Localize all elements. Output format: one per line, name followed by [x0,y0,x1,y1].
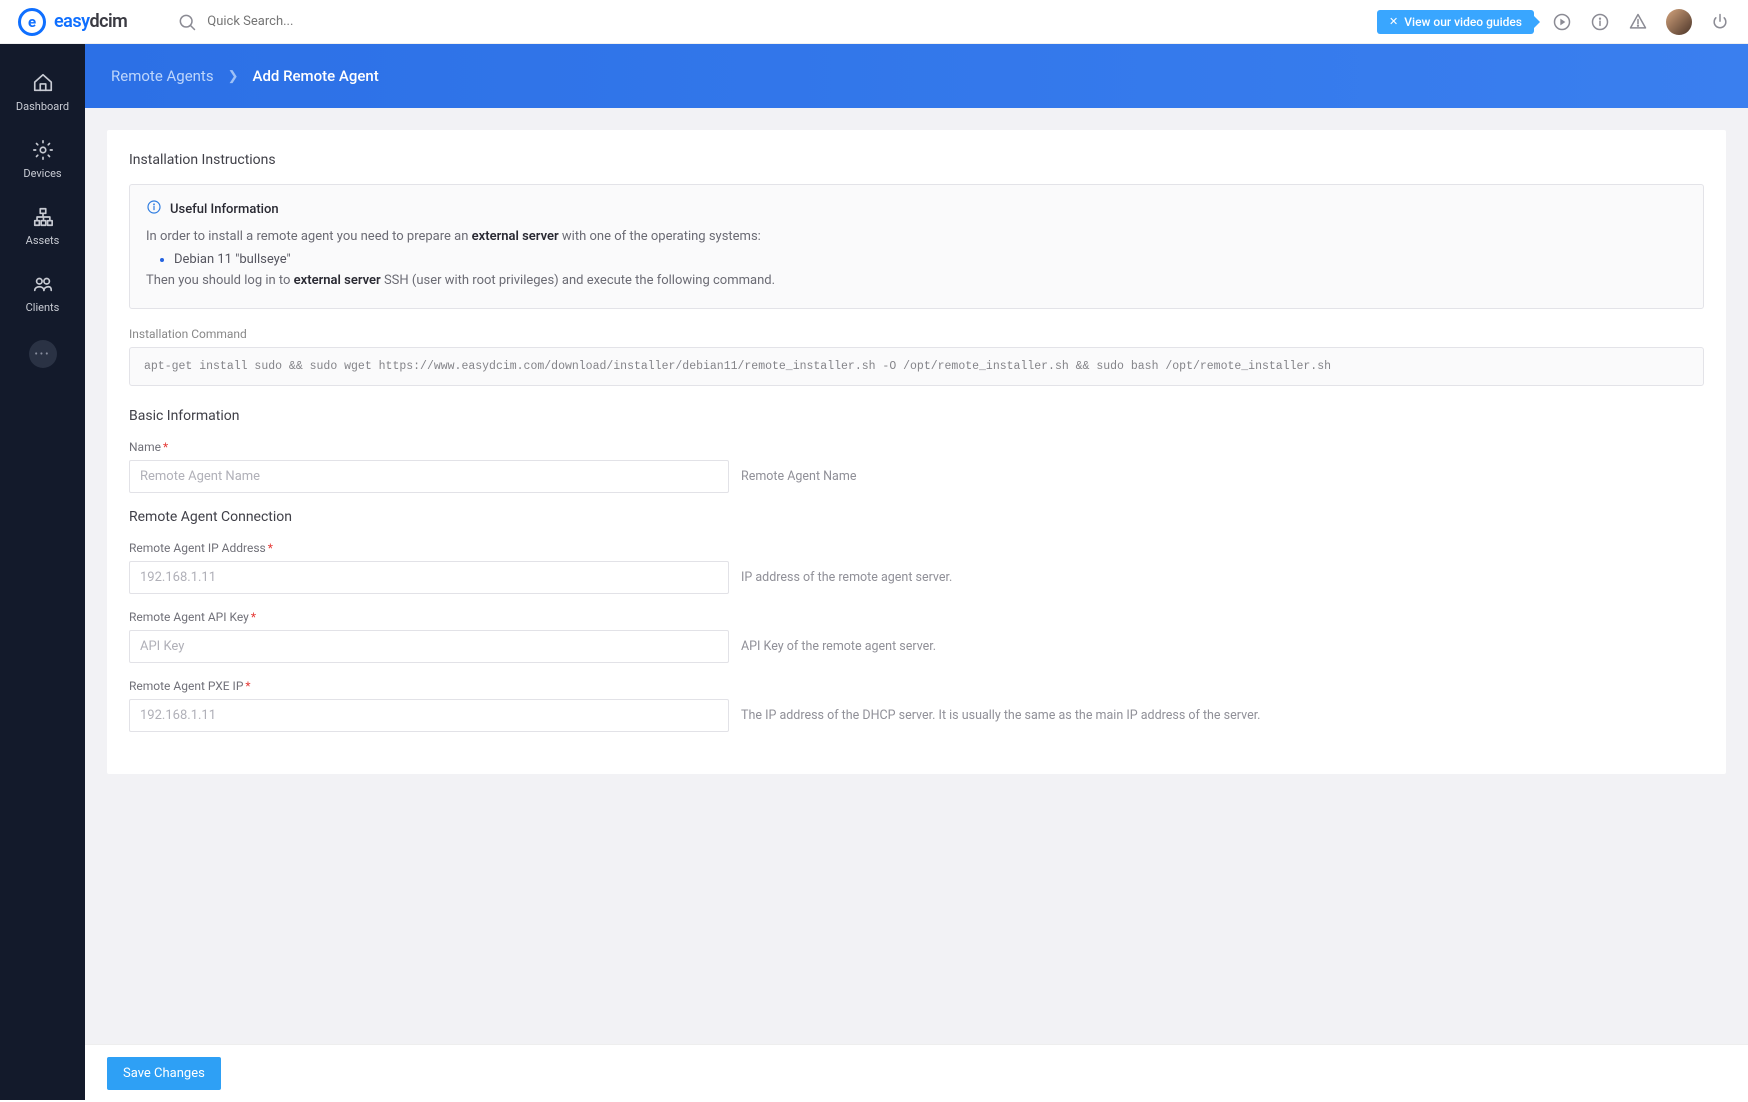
info-os-item: Debian 11 "bullseye" [174,252,1687,267]
name-help: Remote Agent Name [741,469,856,484]
sidebar-item-label: Devices [23,167,61,180]
logo-text: easydcim [54,11,127,32]
save-button[interactable]: Save Changes [107,1057,221,1090]
ip-label: Remote Agent IP Address* [129,541,1704,555]
pxe-input[interactable] [129,699,729,732]
name-label: Name* [129,440,1704,454]
quick-search[interactable] [177,12,407,32]
section-install-title: Installation Instructions [129,152,1704,168]
ip-input[interactable] [129,561,729,594]
logo[interactable]: e easydcim [18,8,127,36]
alert-icon[interactable] [1628,12,1648,32]
sidebar: Dashboard Devices Assets Clients ••• [0,44,85,1100]
gear-icon [32,139,54,161]
pxe-help: The IP address of the DHCP server. It is… [741,708,1260,723]
footer: Save Changes [85,1044,1748,1102]
play-icon[interactable] [1552,12,1572,32]
sidebar-item-label: Dashboard [16,100,69,113]
topbar: e easydcim ✕ View our video guides [0,0,1748,44]
sidebar-item-label: Assets [26,234,60,247]
info-title: Useful Information [170,202,279,217]
api-help: API Key of the remote agent server. [741,639,936,654]
info-box: Useful Information In order to install a… [129,184,1704,309]
breadcrumb: Remote Agents ❯ Add Remote Agent [111,67,379,85]
info-line-1: In order to install a remote agent you n… [146,227,1687,248]
sidebar-item-dashboard[interactable]: Dashboard [0,62,85,123]
search-icon [177,12,197,32]
sidebar-item-label: Clients [26,301,60,314]
install-command[interactable]: apt-get install sudo && sudo wget https:… [129,347,1704,386]
network-icon [32,206,54,228]
info-line-2: Then you should log in to external serve… [146,271,1687,292]
info-icon [146,199,162,219]
form-card: Installation Instructions Useful Informa… [107,130,1726,774]
section-basic-title: Basic Information [129,408,1704,424]
logo-icon: e [18,8,46,36]
name-input[interactable] [129,460,729,493]
install-command-label: Installation Command [129,327,1704,341]
info-icon[interactable] [1590,12,1610,32]
api-label: Remote Agent API Key* [129,610,1704,624]
ip-help: IP address of the remote agent server. [741,570,952,585]
avatar[interactable] [1666,9,1692,35]
power-icon[interactable] [1710,12,1730,32]
home-icon [32,72,54,94]
search-input[interactable] [207,14,407,29]
video-guides-label: View our video guides [1404,15,1522,29]
breadcrumb-current: Add Remote Agent [253,67,379,85]
users-icon [32,273,54,295]
content-area: Installation Instructions Useful Informa… [85,108,1748,1044]
pxe-label: Remote Agent PXE IP* [129,679,1704,693]
sidebar-item-clients[interactable]: Clients [0,263,85,324]
video-guides-button[interactable]: ✕ View our video guides [1377,10,1534,34]
page-header: Remote Agents ❯ Add Remote Agent [85,44,1748,108]
more-button[interactable]: ••• [29,340,57,368]
breadcrumb-link[interactable]: Remote Agents [111,67,214,85]
section-connection-title: Remote Agent Connection [129,509,1704,525]
chevron-right-icon: ❯ [228,69,239,84]
close-icon: ✕ [1389,15,1398,28]
sidebar-item-devices[interactable]: Devices [0,129,85,190]
api-input[interactable] [129,630,729,663]
sidebar-item-assets[interactable]: Assets [0,196,85,257]
